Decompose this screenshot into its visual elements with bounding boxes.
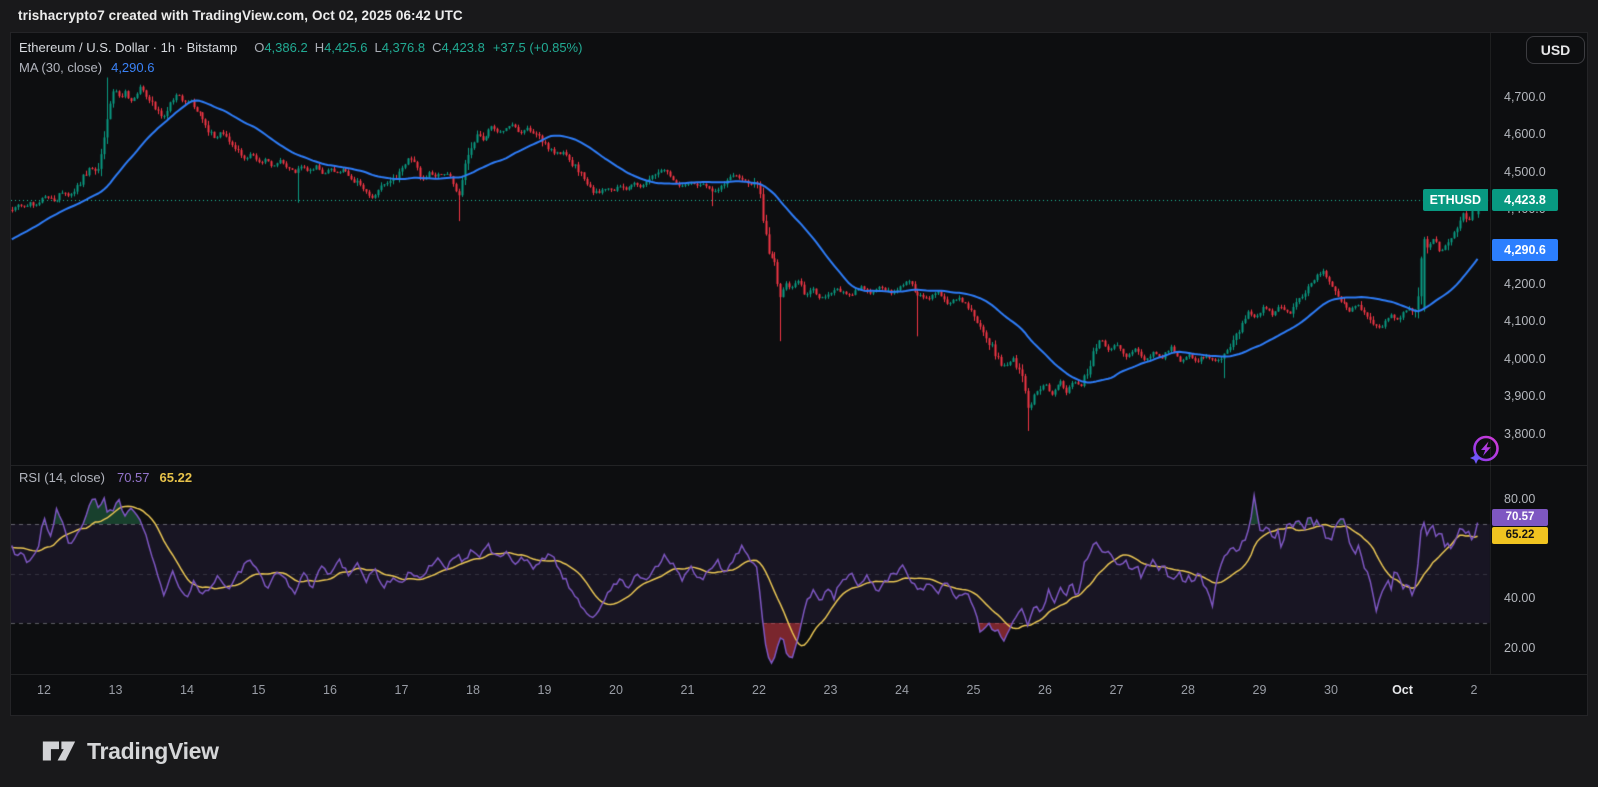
time-tick-label: 14 — [180, 683, 194, 697]
time-tick-label: 17 — [395, 683, 409, 697]
time-tick-label: 24 — [895, 683, 909, 697]
symbol-legend[interactable]: Ethereum / U.S. Dollar · 1h · BitstampO4… — [19, 40, 582, 55]
high-label: H — [315, 40, 324, 55]
rsi-value: 70.57 — [117, 470, 150, 485]
pane-divider[interactable] — [11, 465, 1587, 466]
time-axis[interactable]: 12 13 14 15 16 17 18 19 20 21 22 23 24 25 26 27 28 29 30 Oc… — [11, 674, 1490, 717]
attribution-bar: trishacrypto7 created with TradingView.c… — [0, 0, 1598, 32]
chart-canvas[interactable] — [11, 33, 1587, 715]
time-tick-label: 19 — [538, 683, 552, 697]
tradingview-logo-text: TradingView — [87, 738, 219, 765]
time-tick-label: 22 — [752, 683, 766, 697]
time-tick-label: 28 — [1181, 683, 1195, 697]
symbol-title: Ethereum / U.S. Dollar · 1h · Bitstamp — [19, 40, 237, 55]
time-tick-label: 15 — [252, 683, 266, 697]
footer-bar: TradingView — [0, 716, 1598, 787]
time-tick-label: 27 — [1110, 683, 1124, 697]
price-tick-label: 4,600.0 — [1504, 126, 1546, 142]
rsi-tick-label: 40.00 — [1504, 590, 1535, 606]
open-label: O — [254, 40, 264, 55]
ma-value-badge: 4,290.6 — [1492, 239, 1558, 261]
price-tick-label: 3,900.0 — [1504, 388, 1546, 404]
price-tick-label: 4,200.0 — [1504, 276, 1546, 292]
last-price-badge: 4,423.8 — [1492, 189, 1558, 211]
rsi-label: RSI (14, close) — [19, 470, 105, 485]
price-axis-separator — [1490, 33, 1491, 674]
symbol-name-badge: ETHUSD — [1423, 189, 1488, 211]
rsi-ma-value: 65.22 — [160, 470, 193, 485]
low-value: 4,376.8 — [382, 40, 425, 55]
rsi-ma-value-badge: 65.22 — [1492, 527, 1548, 544]
rsi-tick-label: 20.00 — [1504, 640, 1535, 656]
time-tick-label: 25 — [967, 683, 981, 697]
price-tick-label: 4,100.0 — [1504, 313, 1546, 329]
close-value: 4,423.8 — [441, 40, 484, 55]
time-tick-label: 12 — [37, 683, 51, 697]
time-tick-label: 26 — [1038, 683, 1052, 697]
change-value: +37.5 (+0.85%) — [493, 40, 583, 55]
ma-legend[interactable]: MA (30, close) 4,290.6 — [19, 60, 154, 75]
tradingview-logo-icon — [40, 737, 78, 765]
time-tick-label: 21 — [681, 683, 695, 697]
chart-widget: Ethereum / U.S. Dollar · 1h · BitstampO4… — [10, 32, 1588, 716]
attribution-text: trishacrypto7 created with TradingView.c… — [18, 8, 463, 23]
time-tick-label: 23 — [824, 683, 838, 697]
open-value: 4,386.2 — [264, 40, 307, 55]
supercharts-flash-icon[interactable] — [1468, 433, 1502, 467]
low-label: L — [374, 40, 381, 55]
price-tick-label: 4,500.0 — [1504, 164, 1546, 180]
price-tick-label: 4,000.0 — [1504, 351, 1546, 367]
rsi-tick-label: 80.00 — [1504, 491, 1535, 507]
time-tick-label: 18 — [466, 683, 480, 697]
ma-value: 4,290.6 — [111, 60, 154, 75]
time-tick-label: 16 — [323, 683, 337, 697]
tradingview-logo[interactable]: TradingView — [40, 737, 219, 765]
time-tick-label: 30 — [1324, 683, 1338, 697]
price-tick-label: 4,700.0 — [1504, 89, 1546, 105]
ma-label: MA (30, close) — [19, 60, 102, 75]
rsi-value-badge: 70.57 — [1492, 509, 1548, 526]
time-tick-label: 2 — [1471, 683, 1478, 697]
price-tick-label: 3,800.0 — [1504, 426, 1546, 442]
rsi-legend[interactable]: RSI (14, close) 70.57 65.22 — [19, 470, 192, 485]
high-value: 4,425.6 — [324, 40, 367, 55]
currency-toggle-button[interactable]: USD — [1526, 36, 1585, 64]
time-tick-label: 29 — [1253, 683, 1267, 697]
time-tick-label: Oct — [1392, 683, 1413, 697]
time-tick-label: 20 — [609, 683, 623, 697]
time-tick-label: 13 — [109, 683, 123, 697]
